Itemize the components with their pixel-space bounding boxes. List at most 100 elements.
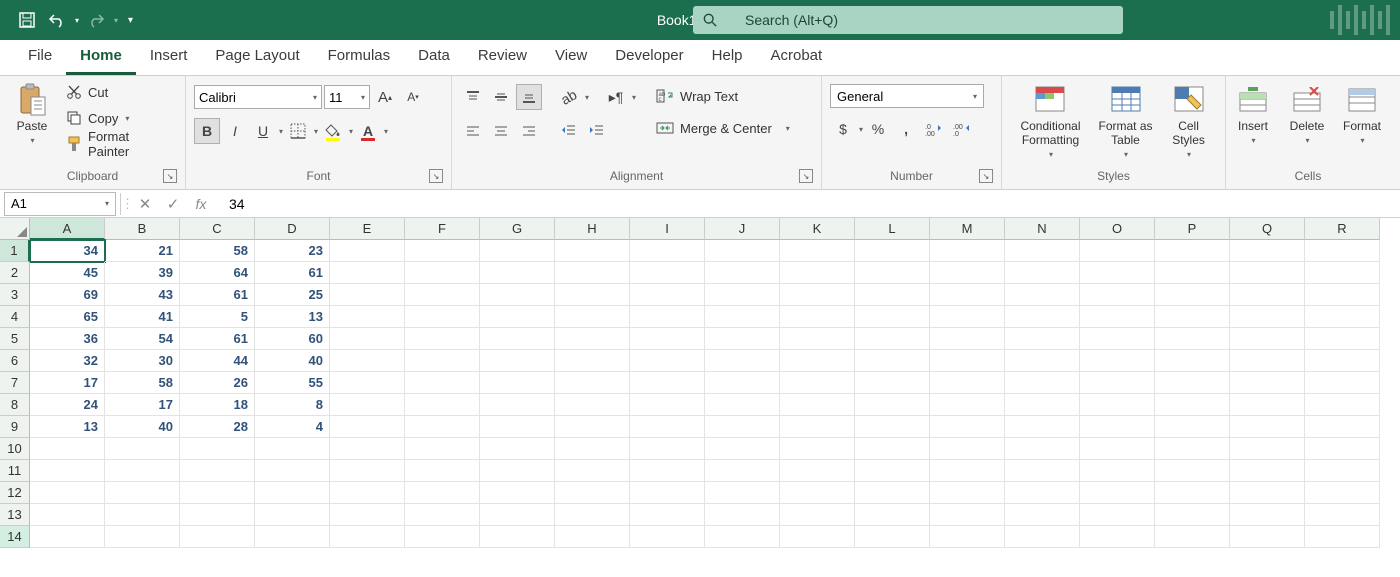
cell[interactable] [855, 416, 930, 438]
cell[interactable] [1005, 262, 1080, 284]
cell[interactable] [705, 416, 780, 438]
cell[interactable]: 58 [180, 240, 255, 262]
cell[interactable] [480, 460, 555, 482]
cell[interactable] [1305, 284, 1380, 306]
qat-customize-icon[interactable]: ▾ [128, 15, 133, 26]
text-direction-icon[interactable]: ▸¶ [603, 84, 629, 110]
row-header[interactable]: 10 [0, 438, 30, 460]
cell[interactable] [1080, 394, 1155, 416]
cell[interactable] [330, 438, 405, 460]
chevron-down-icon[interactable]: ▾ [859, 125, 863, 134]
cell[interactable] [930, 306, 1005, 328]
wrap-text-button[interactable]: abc Wrap Text [652, 84, 794, 108]
row-header[interactable]: 4 [0, 306, 30, 328]
cell[interactable]: 69 [30, 284, 105, 306]
cell[interactable]: 36 [30, 328, 105, 350]
cell[interactable] [930, 284, 1005, 306]
copy-button[interactable]: Copy ▾ [62, 106, 177, 130]
cell[interactable] [180, 438, 255, 460]
cell[interactable] [555, 416, 630, 438]
cell[interactable] [780, 284, 855, 306]
cell[interactable] [1005, 504, 1080, 526]
cut-button[interactable]: Cut [62, 80, 177, 104]
row-header[interactable]: 8 [0, 394, 30, 416]
cell[interactable] [1155, 416, 1230, 438]
underline-button[interactable]: U [250, 118, 276, 144]
cell[interactable] [1080, 240, 1155, 262]
cell[interactable] [1230, 372, 1305, 394]
cell[interactable]: 61 [255, 262, 330, 284]
cell[interactable] [480, 416, 555, 438]
row-header[interactable]: 2 [0, 262, 30, 284]
cell[interactable] [930, 372, 1005, 394]
accept-formula-icon[interactable]: ✓ [159, 195, 187, 213]
cell[interactable] [555, 460, 630, 482]
cell[interactable] [630, 306, 705, 328]
cell[interactable] [630, 350, 705, 372]
cell[interactable] [330, 504, 405, 526]
cell[interactable] [480, 482, 555, 504]
cell[interactable] [1005, 526, 1080, 548]
cell[interactable] [705, 394, 780, 416]
cell[interactable]: 41 [105, 306, 180, 328]
cell[interactable] [930, 460, 1005, 482]
cell[interactable] [930, 416, 1005, 438]
cell[interactable] [1155, 350, 1230, 372]
align-center-icon[interactable] [488, 118, 514, 144]
cell[interactable] [555, 284, 630, 306]
cell[interactable] [1230, 504, 1305, 526]
cell[interactable] [1155, 328, 1230, 350]
cell[interactable] [555, 328, 630, 350]
cell[interactable] [780, 328, 855, 350]
cell[interactable] [930, 438, 1005, 460]
cell[interactable]: 45 [30, 262, 105, 284]
column-header[interactable]: C [180, 218, 255, 240]
font-size-select[interactable]: 11▾ [324, 85, 370, 109]
cell[interactable] [1155, 306, 1230, 328]
column-header[interactable]: L [855, 218, 930, 240]
cell[interactable] [1305, 416, 1380, 438]
tab-review[interactable]: Review [464, 39, 541, 75]
cell[interactable] [1305, 350, 1380, 372]
tab-page-layout[interactable]: Page Layout [201, 39, 313, 75]
cell[interactable] [105, 460, 180, 482]
fill-color-button[interactable] [320, 118, 346, 144]
cell[interactable] [1230, 438, 1305, 460]
column-header[interactable]: E [330, 218, 405, 240]
cell[interactable] [1230, 240, 1305, 262]
column-header[interactable]: I [630, 218, 705, 240]
conditional-formatting-button[interactable]: Conditional Formatting▾ [1014, 80, 1086, 159]
insert-cells-button[interactable]: Insert▾ [1229, 80, 1277, 145]
cell[interactable] [780, 460, 855, 482]
format-painter-button[interactable]: Format Painter [62, 132, 177, 156]
cell[interactable] [1155, 526, 1230, 548]
cell[interactable] [705, 460, 780, 482]
cell[interactable] [1305, 438, 1380, 460]
cell[interactable] [1155, 284, 1230, 306]
cell[interactable] [405, 460, 480, 482]
cell[interactable] [855, 394, 930, 416]
cell[interactable] [1230, 262, 1305, 284]
bold-button[interactable]: B [194, 118, 220, 144]
cell[interactable] [480, 526, 555, 548]
cell[interactable] [480, 350, 555, 372]
cell[interactable]: 34 [30, 240, 105, 262]
cell[interactable] [255, 526, 330, 548]
row-header[interactable]: 12 [0, 482, 30, 504]
row-header[interactable]: 7 [0, 372, 30, 394]
cell[interactable] [1305, 306, 1380, 328]
cell[interactable] [30, 460, 105, 482]
cell[interactable] [630, 240, 705, 262]
cell[interactable] [1080, 504, 1155, 526]
cell[interactable] [1155, 262, 1230, 284]
cell[interactable] [1080, 438, 1155, 460]
cell[interactable]: 32 [30, 350, 105, 372]
cell[interactable] [855, 240, 930, 262]
chevron-down-icon[interactable]: ▾ [349, 127, 353, 136]
cell[interactable]: 13 [30, 416, 105, 438]
cell[interactable] [1080, 328, 1155, 350]
chevron-down-icon[interactable]: ▾ [585, 93, 589, 102]
cell[interactable] [1305, 394, 1380, 416]
tab-data[interactable]: Data [404, 39, 464, 75]
row-header[interactable]: 9 [0, 416, 30, 438]
